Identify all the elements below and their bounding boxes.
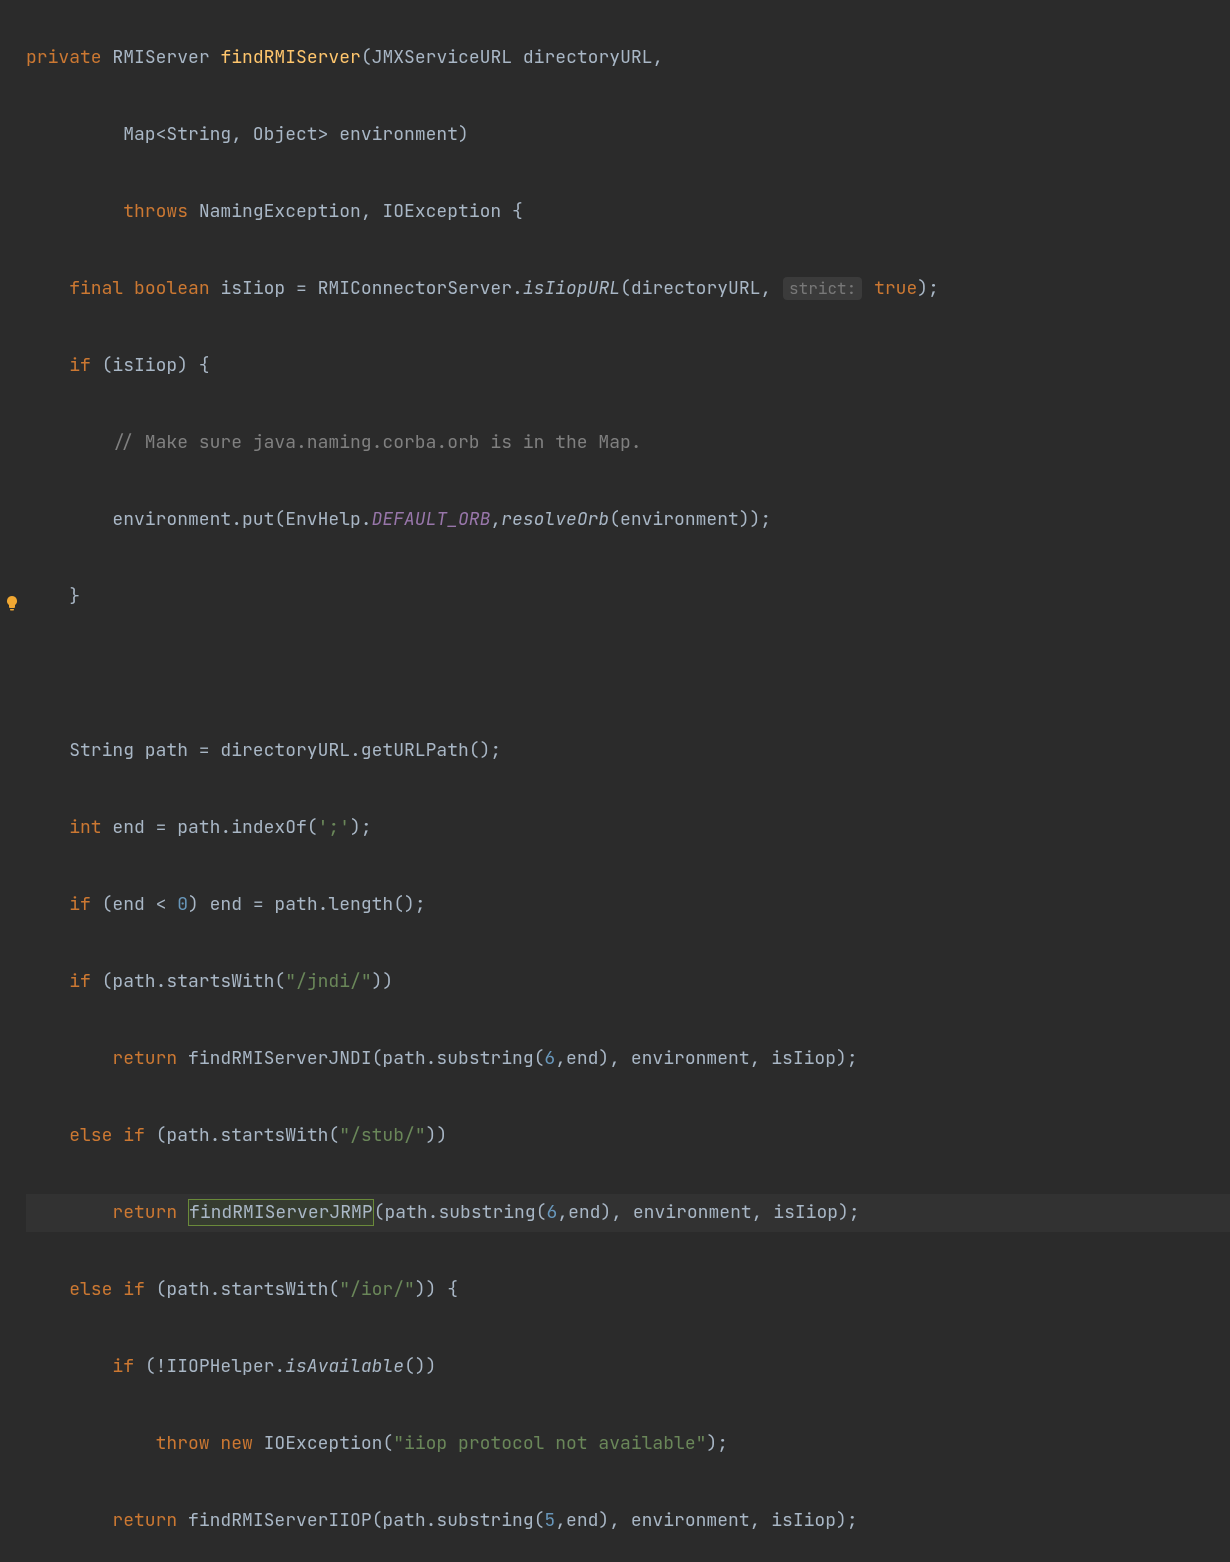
code-line: // Make sure java.naming.corba.orb is in…	[26, 424, 1230, 463]
code-line: int end = path.indexOf(';');	[26, 809, 1230, 848]
code-line: if (!IIOPHelper.isAvailable())	[26, 1348, 1230, 1387]
code-line	[26, 655, 1230, 694]
code-line: String path = directoryURL.getURLPath();	[26, 732, 1230, 771]
code-line: final boolean isIiop = RMIConnectorServe…	[26, 270, 1230, 309]
lightbulb-icon[interactable]	[4, 595, 20, 611]
code-line: private RMIServer findRMIServer(JMXServi…	[26, 39, 1230, 78]
code-line: return findRMIServerIIOP(path.substring(…	[26, 1502, 1230, 1541]
code-line: if (path.startsWith("/jndi/"))	[26, 963, 1230, 1002]
code-line: }	[26, 578, 1230, 617]
code-line: Map<String, Object> environment)	[26, 116, 1230, 155]
code-line: else if (path.startsWith("/ior/")) {	[26, 1271, 1230, 1310]
code-line: environment.put(EnvHelp.DEFAULT_ORB,reso…	[26, 501, 1230, 540]
code-line: if (end < 0) end = path.length();	[26, 886, 1230, 925]
code-line-highlighted: return findRMIServerJRMP(path.substring(…	[26, 1194, 1230, 1233]
code-line: if (isIiop) {	[26, 347, 1230, 386]
code-line: else if (path.startsWith("/stub/"))	[26, 1117, 1230, 1156]
code-line: return findRMIServerJNDI(path.substring(…	[26, 1040, 1230, 1079]
parameter-hint: strict:	[783, 277, 862, 300]
code-line: throw new IOException("iiop protocol not…	[26, 1425, 1230, 1464]
selection-box: findRMIServerJRMP	[188, 1199, 374, 1226]
code-editor[interactable]: private RMIServer findRMIServer(JMXServi…	[26, 0, 1230, 1562]
code-line: throws NamingException, IOException {	[26, 193, 1230, 232]
editor-gutter	[0, 0, 26, 781]
